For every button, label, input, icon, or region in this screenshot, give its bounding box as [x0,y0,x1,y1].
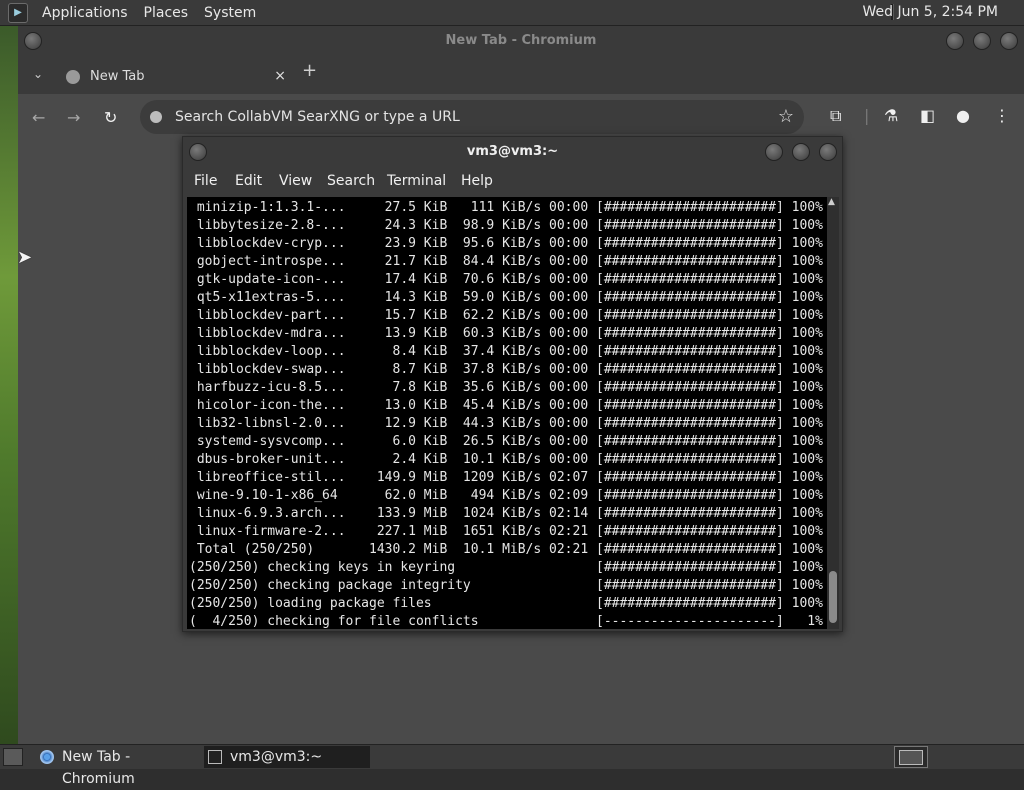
terminal-line: harfbuzz-icu-8.5... 7.8 KiB 35.6 KiB/s 0… [189,380,823,395]
tab-close-icon[interactable]: × [274,68,286,84]
applications-menu[interactable]: Applications [34,5,136,21]
profile-icon[interactable]: ● [956,106,970,125]
terminal-lines: minizip-1:1.3.1-... 27.5 KiB 111 KiB/s 0… [189,199,823,629]
back-icon[interactable]: ← [32,108,45,127]
toolbar-divider: | [864,106,870,125]
terminal-scrollbar[interactable]: ▲ [827,197,839,629]
terminal-line: libblockdev-part... 15.7 KiB 62.2 KiB/s … [189,308,823,323]
top-panel: ▶ Applications Places System Wed Jun 5, … [0,0,1024,26]
terminal-line: gobject-introspe... 21.7 KiB 84.4 KiB/s … [189,254,823,269]
side-panel-icon[interactable]: ◧ [920,106,935,125]
terminal-line: minizip-1:1.3.1-... 27.5 KiB 111 KiB/s 0… [189,200,823,215]
terminal-titlebar[interactable]: vm3@vm3:~ [183,137,842,167]
extensions-icon[interactable]: ⧉ [830,106,841,126]
new-tab-button[interactable]: + [302,60,317,81]
terminal-line: lib32-libnsl-2.0... 12.9 KiB 44.3 KiB/s … [189,416,823,431]
terminal-line: ( 4/250) checking for file conflicts [--… [189,614,823,629]
terminal-line: libbytesize-2.8-... 24.3 KiB 98.9 KiB/s … [189,218,823,233]
terminal-line: libblockdev-cryp... 23.9 KiB 95.6 KiB/s … [189,236,823,251]
chromium-window-title: New Tab - Chromium [445,33,597,48]
workspace-1[interactable] [899,750,923,765]
terminal-window-title: vm3@vm3:~ [466,144,559,159]
terminal-output[interactable]: minizip-1:1.3.1-... 27.5 KiB 111 KiB/s 0… [187,197,827,629]
terminal-line: libreoffice-stil... 149.9 MiB 1209 KiB/s… [189,470,823,485]
terminal-line: Total (250/250) 1430.2 MiB 10.1 MiB/s 02… [189,542,823,557]
terminal-line: dbus-broker-unit... 2.4 KiB 10.1 KiB/s 0… [189,452,823,467]
bottom-taskbar: New Tab - Chromium vm3@vm3:~ [0,744,1024,787]
terminal-line: (250/250) checking keys in keyring [####… [189,560,823,575]
bookmark-star-icon[interactable]: ☆ [778,106,794,127]
maximize-icon[interactable] [973,32,991,50]
browser-toolbar: ← → ↻ Search CollabVM SearXNG or type a … [18,94,1024,140]
close-icon[interactable] [1000,32,1018,50]
terminal-line: (250/250) loading package files [#######… [189,596,823,611]
terminal-close-icon[interactable] [819,143,837,161]
reload-icon[interactable]: ↻ [104,108,117,127]
terminal-line: libblockdev-loop... 8.4 KiB 37.4 KiB/s 0… [189,344,823,359]
omnibox[interactable]: Search CollabVM SearXNG or type a URL ☆ [140,100,804,134]
tab-new-tab[interactable]: New Tab × [58,60,294,94]
omnibox-placeholder: Search CollabVM SearXNG or type a URL [175,109,460,125]
taskbar-item-label: vm3@vm3:~ [230,749,323,765]
forward-icon[interactable]: → [67,108,80,127]
places-menu[interactable]: Places [136,5,197,21]
terminal-line: systemd-sysvcomp... 6.0 KiB 26.5 KiB/s 0… [189,434,823,449]
terminal-minimize-icon[interactable] [765,143,783,161]
globe-icon [66,70,80,84]
terminal-window: vm3@vm3:~ File Edit View Search Terminal… [182,136,843,632]
menu-terminal[interactable]: Terminal [387,173,446,189]
minimize-icon[interactable] [946,32,964,50]
scrollbar-thumb[interactable] [829,571,837,623]
menu-file[interactable]: File [194,173,217,189]
terminal-line: linux-firmware-2... 227.1 MiB 1651 KiB/s… [189,524,823,539]
taskbar-item-chromium[interactable]: New Tab - Chromium [36,746,200,787]
tab-label: New Tab [90,69,145,84]
tab-strip: ⌄ New Tab × + [18,56,1024,94]
terminal-line: linux-6.9.3.arch... 133.9 MiB 1024 KiB/s… [189,506,823,521]
search-engine-icon [150,111,162,123]
terminal-line: (250/250) checking package integrity [##… [189,578,823,593]
terminal-line: libblockdev-mdra... 13.9 KiB 60.3 KiB/s … [189,326,823,341]
mouse-pointer-icon: ➤ [17,247,33,268]
scroll-up-arrow-icon[interactable]: ▲ [828,197,835,207]
terminal-line: gtk-update-icon-... 17.4 KiB 70.6 KiB/s … [189,272,823,287]
menu-view[interactable]: View [279,173,312,189]
menu-help[interactable]: Help [461,173,493,189]
taskbar-item-label: New Tab - Chromium [62,749,135,787]
menu-kebab-icon[interactable]: ⋮ [994,106,1010,125]
tab-search-chevron-icon[interactable]: ⌄ [30,66,46,82]
terminal-line: hicolor-icon-the... 13.0 KiB 45.4 KiB/s … [189,398,823,413]
distro-logo-icon[interactable]: ▶ [8,2,28,23]
system-menu[interactable]: System [196,5,264,21]
terminal-icon [208,750,222,764]
terminal-line: qt5-x11extras-5.... 14.3 KiB 59.0 KiB/s … [189,290,823,305]
taskbar-item-terminal[interactable]: vm3@vm3:~ [204,746,370,768]
menu-edit[interactable]: Edit [235,173,262,189]
chromium-icon [40,750,54,764]
clock[interactable]: Wed Jun 5, 2:54 PM [862,0,998,25]
chromium-titlebar[interactable]: New Tab - Chromium [18,26,1024,56]
terminal-line: libblockdev-swap... 8.7 KiB 37.8 KiB/s 0… [189,362,823,377]
show-desktop-icon[interactable] [3,748,23,766]
terminal-menubar: File Edit View Search Terminal Help [183,169,842,195]
terminal-maximize-icon[interactable] [792,143,810,161]
menu-search[interactable]: Search [327,173,375,189]
labs-flask-icon[interactable]: ⚗ [884,106,898,125]
terminal-line: wine-9.10-1-x86_64 62.0 MiB 494 KiB/s 02… [189,488,823,503]
workspace-switcher[interactable] [894,746,928,768]
